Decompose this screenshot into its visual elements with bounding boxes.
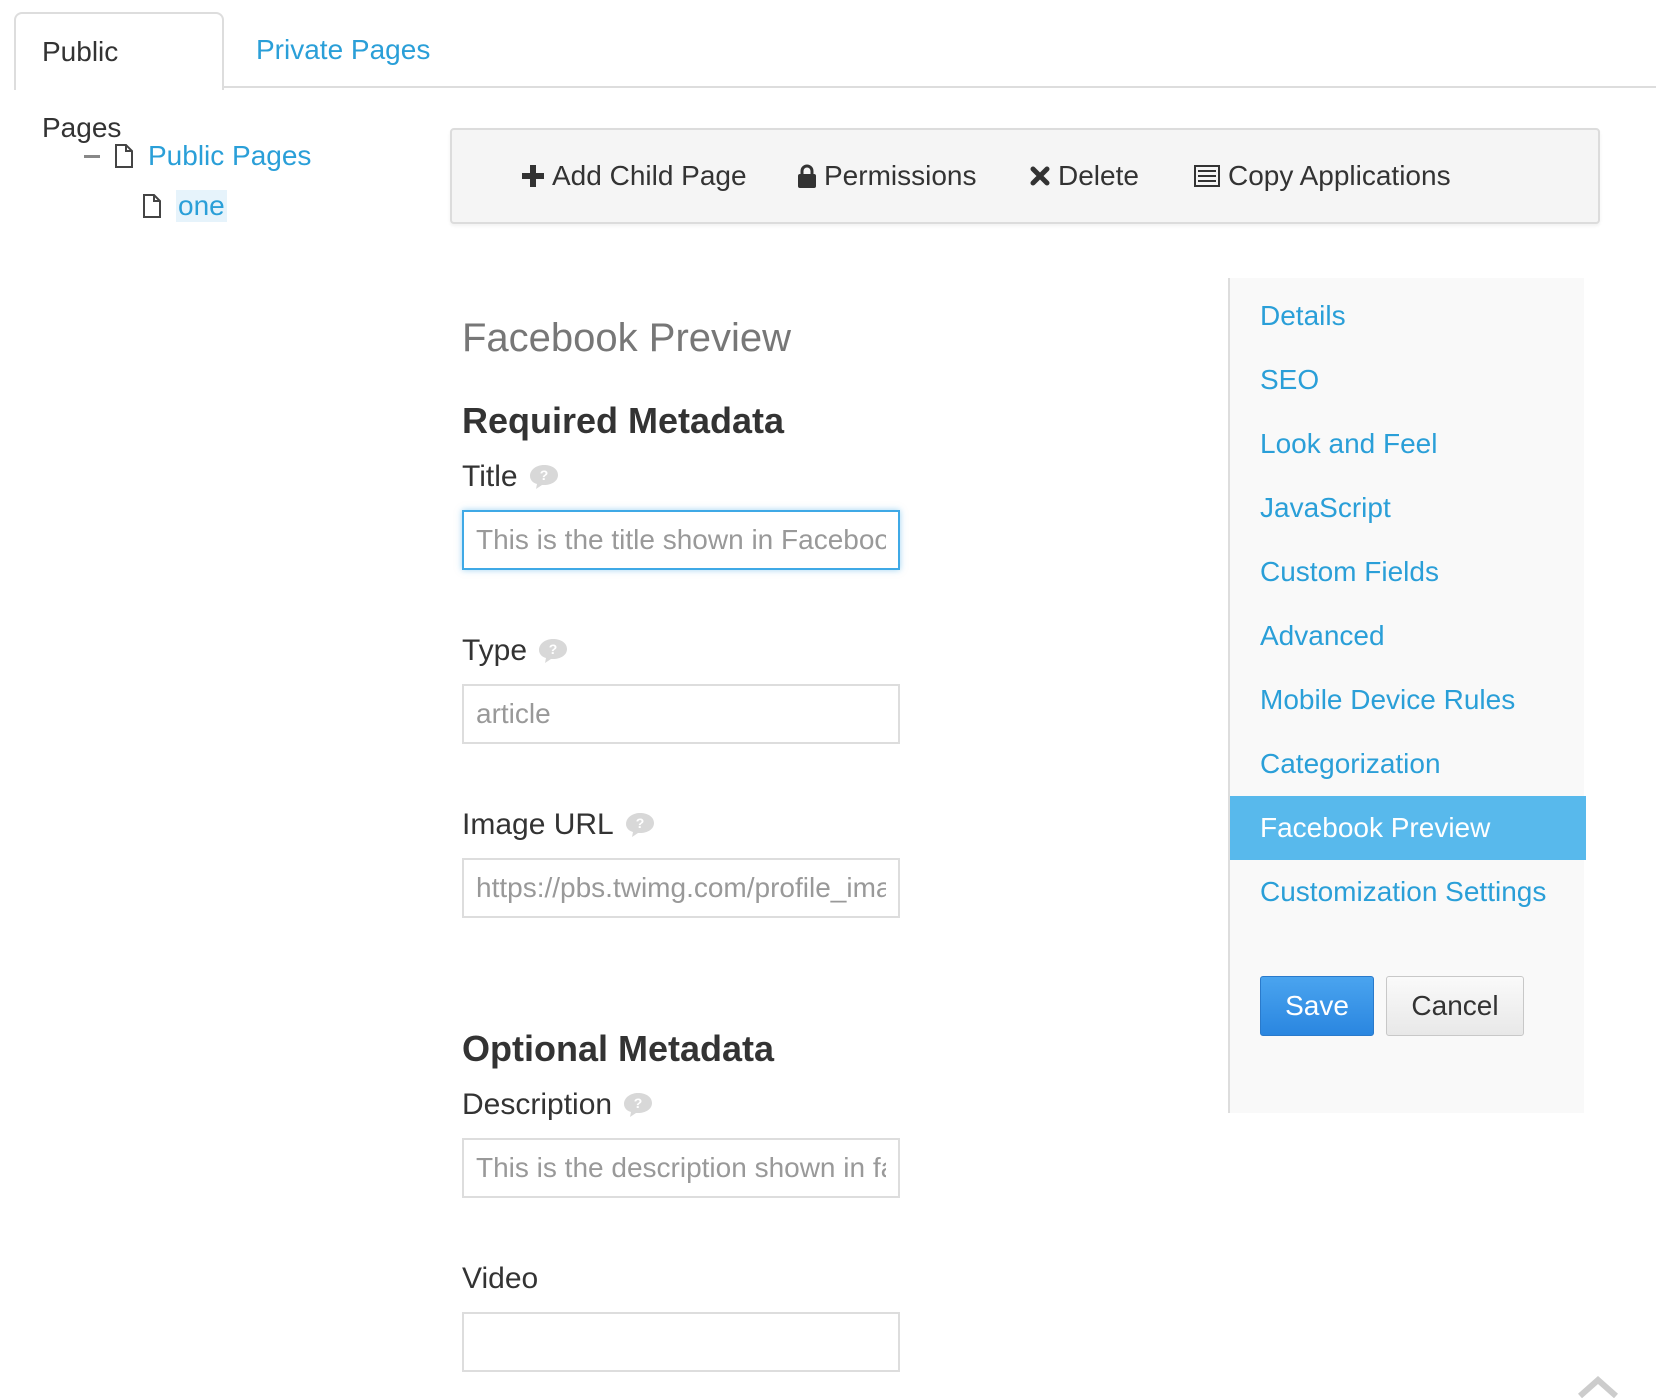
type-label-text: Type <box>462 634 528 667</box>
plus-icon <box>522 165 544 187</box>
tab-private-pages[interactable]: Private Pages <box>230 12 456 88</box>
page-title: Facebook Preview <box>462 316 792 360</box>
tree-label-public-pages[interactable]: Public Pages <box>148 140 311 172</box>
tab-public-pages[interactable]: Public Pages <box>14 12 224 143</box>
required-metadata-heading: Required Metadata <box>462 400 785 441</box>
lock-icon <box>798 164 816 188</box>
nav-item-mobile-device-rules[interactable]: Mobile Device Rules <box>1230 668 1586 732</box>
type-input[interactable] <box>462 684 900 744</box>
settings-sidenav: Details SEO Look and Feel JavaScript Cus… <box>1228 278 1586 1113</box>
delete-button[interactable]: Delete <box>1030 130 1139 222</box>
nav-item-custom-fields[interactable]: Custom Fields <box>1230 540 1586 604</box>
nav-item-customization-settings[interactable]: Customization Settings <box>1230 860 1586 924</box>
image-url-input[interactable] <box>462 858 900 918</box>
delete-label: Delete <box>1058 160 1139 191</box>
title-input[interactable] <box>462 510 900 570</box>
nav-item-seo[interactable]: SEO <box>1230 348 1586 412</box>
nav-item-look-and-feel[interactable]: Look and Feel <box>1230 412 1586 476</box>
title-label: Title ? <box>462 460 560 494</box>
add-child-page-button[interactable]: Add Child Page <box>522 130 747 222</box>
cancel-button[interactable]: Cancel <box>1386 976 1524 1036</box>
page-tabs: Public Pages Private Pages <box>0 0 1656 143</box>
image-url-label: Image URL ? <box>462 808 656 842</box>
help-icon[interactable]: ? <box>537 637 569 665</box>
help-icon[interactable]: ? <box>624 811 656 839</box>
video-input[interactable] <box>462 1312 900 1372</box>
svg-text:?: ? <box>549 641 558 657</box>
description-input[interactable] <box>462 1138 900 1198</box>
add-child-page-label: Add Child Page <box>552 160 747 191</box>
video-label: Video <box>462 1262 538 1296</box>
tree-label-one[interactable]: one <box>176 190 227 222</box>
help-icon[interactable]: ? <box>528 463 560 491</box>
close-icon <box>1030 166 1050 186</box>
list-icon <box>1194 165 1220 187</box>
page-toolbar: Add Child Page Permissions Delete Copy A… <box>450 128 1600 224</box>
nav-item-facebook-preview[interactable]: Facebook Preview <box>1230 796 1586 860</box>
file-icon <box>143 194 161 218</box>
page: Public Pages Private Pages Public Pages … <box>0 0 1656 1398</box>
copy-applications-button[interactable]: Copy Applications <box>1194 130 1451 222</box>
video-label-text: Video <box>462 1262 539 1295</box>
help-icon[interactable]: ? <box>622 1091 654 1119</box>
type-label: Type ? <box>462 634 569 668</box>
copy-applications-label: Copy Applications <box>1228 160 1451 191</box>
permissions-button[interactable]: Permissions <box>798 130 976 222</box>
optional-metadata-heading: Optional Metadata <box>462 1028 775 1069</box>
description-label: Description ? <box>462 1088 654 1122</box>
svg-text:?: ? <box>539 467 548 483</box>
nav-item-advanced[interactable]: Advanced <box>1230 604 1586 668</box>
image-url-label-text: Image URL <box>462 808 614 841</box>
svg-text:?: ? <box>634 1095 643 1111</box>
permissions-label: Permissions <box>824 160 977 191</box>
save-button[interactable]: Save <box>1260 976 1374 1036</box>
title-label-text: Title <box>462 460 518 493</box>
description-label-text: Description <box>462 1088 613 1121</box>
nav-item-details[interactable]: Details <box>1230 284 1586 348</box>
nav-item-categorization[interactable]: Categorization <box>1230 732 1586 796</box>
chevron-up-icon[interactable] <box>1576 1374 1620 1398</box>
tree-item-one: one <box>142 186 227 226</box>
svg-text:?: ? <box>635 815 644 831</box>
nav-item-javascript[interactable]: JavaScript <box>1230 476 1586 540</box>
